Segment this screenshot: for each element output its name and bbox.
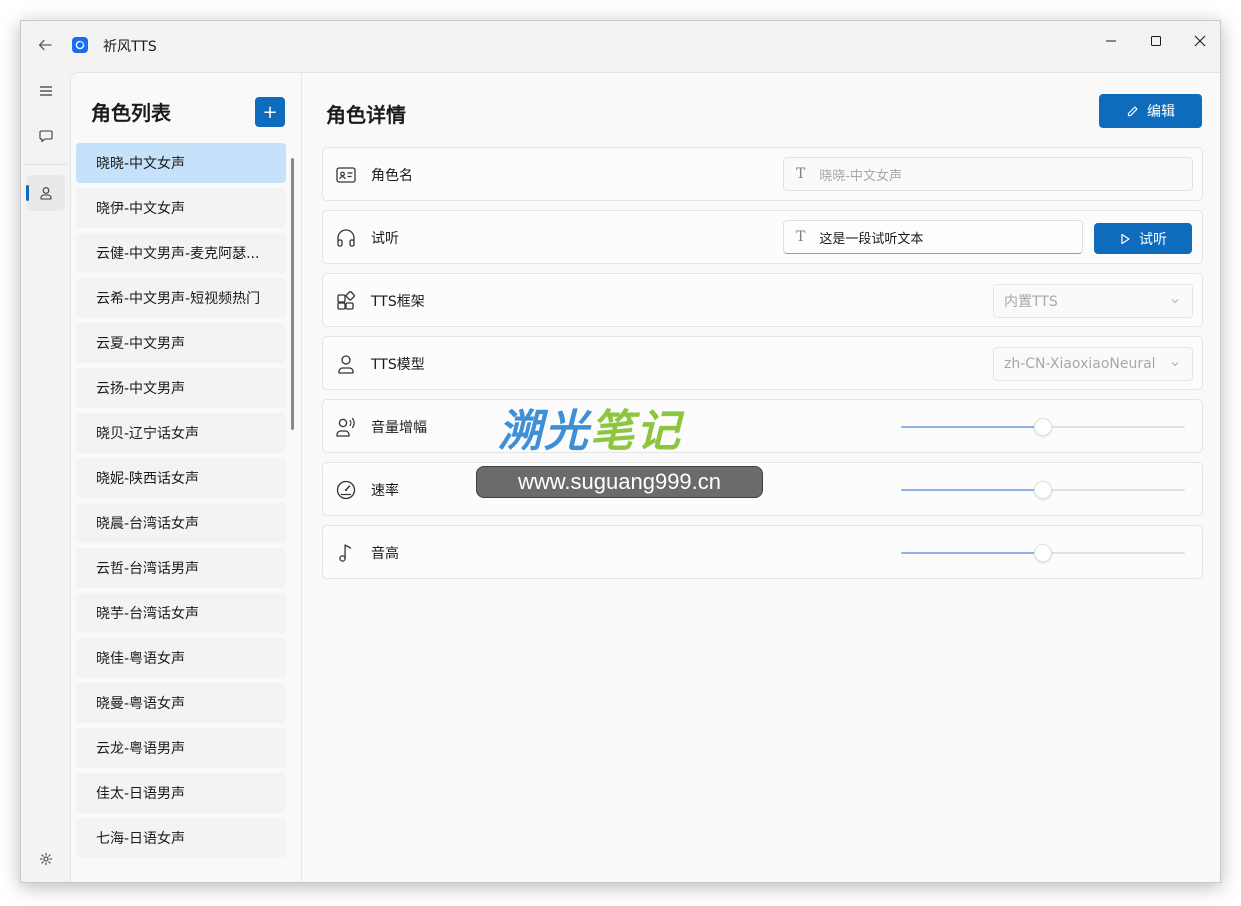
edit-button[interactable]: 编辑	[1099, 94, 1202, 128]
role-list-item[interactable]: 云哲-台湾话男声	[76, 548, 286, 588]
watermark-brand-green: 笔记	[590, 406, 682, 457]
volume-slider[interactable]	[901, 417, 1185, 437]
role-list-item[interactable]: 晓佳-粤语女声	[76, 638, 286, 678]
slider-fill	[901, 426, 1043, 428]
tts-framework-value: 内置TTS	[1004, 294, 1058, 310]
close-icon	[1194, 35, 1206, 47]
role-name-row: 角色名 T 晓晓-中文女声	[322, 147, 1203, 201]
tts-framework-select[interactable]: 内置TTS	[993, 284, 1193, 318]
text-t-icon: T	[796, 229, 806, 245]
pitch-slider[interactable]	[901, 543, 1185, 563]
add-role-button[interactable]: +	[255, 97, 285, 127]
tts-model-label: TTS模型	[371, 357, 425, 373]
role-list-item[interactable]: 晓曼-粤语女声	[76, 683, 286, 723]
listen-button-label: 试听	[1139, 231, 1167, 248]
role-name-value: 晓晓-中文女声	[819, 168, 903, 184]
role-list-item[interactable]: 晓伊-中文女声	[76, 188, 286, 228]
slider-fill	[901, 552, 1043, 554]
back-button[interactable]	[33, 33, 57, 57]
role-list-item[interactable]: 云龙-粤语男声	[76, 728, 286, 768]
tts-framework-label: TTS框架	[371, 294, 425, 310]
watermark-url: www.suguang999.cn	[476, 466, 763, 498]
text-t-icon: T	[796, 166, 806, 182]
watermark-logo: 溯光笔记	[498, 395, 682, 459]
minimize-icon	[1106, 40, 1116, 42]
role-list-item[interactable]: 佳太-日语男声	[76, 773, 286, 813]
preview-text-value: 这是一段试听文本	[819, 231, 924, 247]
close-button[interactable]	[1183, 27, 1217, 55]
role-name-label: 角色名	[371, 168, 413, 184]
tts-model-row: TTS模型 zh-CN-XiaoxiaoNeural	[322, 336, 1203, 390]
role-detail-title: 角色详情	[326, 103, 406, 127]
role-list-item[interactable]: 晓芋-台湾话女声	[76, 593, 286, 633]
slider-thumb[interactable]	[1034, 418, 1052, 436]
maximize-icon	[1151, 36, 1161, 46]
listen-button[interactable]: 试听	[1094, 223, 1192, 254]
music-note-icon	[334, 541, 358, 565]
role-list-title: 角色列表	[91, 101, 171, 125]
app-logo-icon	[72, 37, 88, 53]
role-list-item[interactable]: 云希-中文男声-短视频热门	[76, 278, 286, 318]
gear-icon	[39, 852, 53, 866]
chevron-down-icon	[1168, 294, 1182, 308]
chat-bubble-icon	[39, 130, 53, 143]
pitch-row: 音高	[322, 525, 1203, 579]
role-name-input[interactable]: T 晓晓-中文女声	[783, 157, 1193, 191]
play-icon	[1121, 233, 1130, 244]
edit-button-label: 编辑	[1147, 104, 1175, 120]
volume-label: 音量增幅	[371, 420, 427, 436]
role-list-item[interactable]: 晓晓-中文女声	[76, 143, 286, 183]
person-voice-icon	[334, 415, 358, 439]
back-arrow-icon	[38, 39, 52, 51]
role-list-pane: 角色列表 + 晓晓-中文女声 晓伊-中文女声 云健-中文男声-麦克阿瑟... 云希-中…	[71, 73, 302, 882]
role-list: 晓晓-中文女声 晓伊-中文女声 云健-中文男声-麦克阿瑟... 云希-中文男声-短视频…	[76, 143, 286, 882]
nav-menu-button[interactable]	[27, 73, 65, 109]
tts-framework-row: TTS框架 内置TTS	[322, 273, 1203, 327]
person-icon	[40, 187, 52, 200]
minimize-button[interactable]	[1094, 27, 1128, 55]
role-list-item[interactable]: 晓晨-台湾话女声	[76, 503, 286, 543]
role-list-item[interactable]: 云健-中文男声-麦克阿瑟...	[76, 233, 286, 273]
person-icon	[334, 352, 358, 376]
role-list-item[interactable]: 云夏-中文男声	[76, 323, 286, 363]
nav-chat-button[interactable]	[27, 118, 65, 154]
volume-row: 音量增幅	[322, 399, 1203, 453]
role-list-item[interactable]: 云扬-中文男声	[76, 368, 286, 408]
role-list-scrollbar[interactable]	[291, 158, 294, 430]
nav-separator	[25, 164, 67, 165]
watermark-brand-blue: 溯光	[498, 406, 590, 457]
nav-roles-button[interactable]	[27, 175, 65, 211]
slider-thumb[interactable]	[1034, 481, 1052, 499]
rate-slider[interactable]	[901, 480, 1185, 500]
role-list-item[interactable]: 晓妮-陕西话女声	[76, 458, 286, 498]
role-list-item[interactable]: 七海-日语女声	[76, 818, 286, 858]
pencil-icon	[1127, 105, 1138, 116]
pitch-label: 音高	[371, 546, 399, 562]
tts-model-select[interactable]: zh-CN-XiaoxiaoNeural	[993, 347, 1193, 381]
hamburger-menu-icon	[40, 86, 52, 96]
tts-model-value: zh-CN-XiaoxiaoNeural	[1004, 356, 1156, 372]
slider-fill	[901, 489, 1043, 491]
preview-label: 试听	[371, 231, 399, 247]
apps-grid-icon	[334, 289, 358, 313]
title-bar: 祈风TTS	[21, 21, 1220, 71]
role-list-item[interactable]: 晓贝-辽宁话女声	[76, 413, 286, 453]
nav-active-indicator	[26, 185, 29, 201]
chevron-down-icon	[1168, 357, 1182, 371]
preview-text-input[interactable]: T 这是一段试听文本	[783, 220, 1083, 254]
slider-thumb[interactable]	[1034, 544, 1052, 562]
nav-settings-button[interactable]	[27, 841, 65, 877]
app-title: 祈风TTS	[103, 39, 157, 55]
maximize-button[interactable]	[1139, 27, 1173, 55]
rate-label: 速率	[371, 483, 399, 499]
speedometer-icon	[334, 478, 358, 502]
preview-row: 试听 T 这是一段试听文本 试听	[322, 210, 1203, 264]
headphones-icon	[334, 226, 358, 250]
contact-card-icon	[334, 163, 358, 187]
